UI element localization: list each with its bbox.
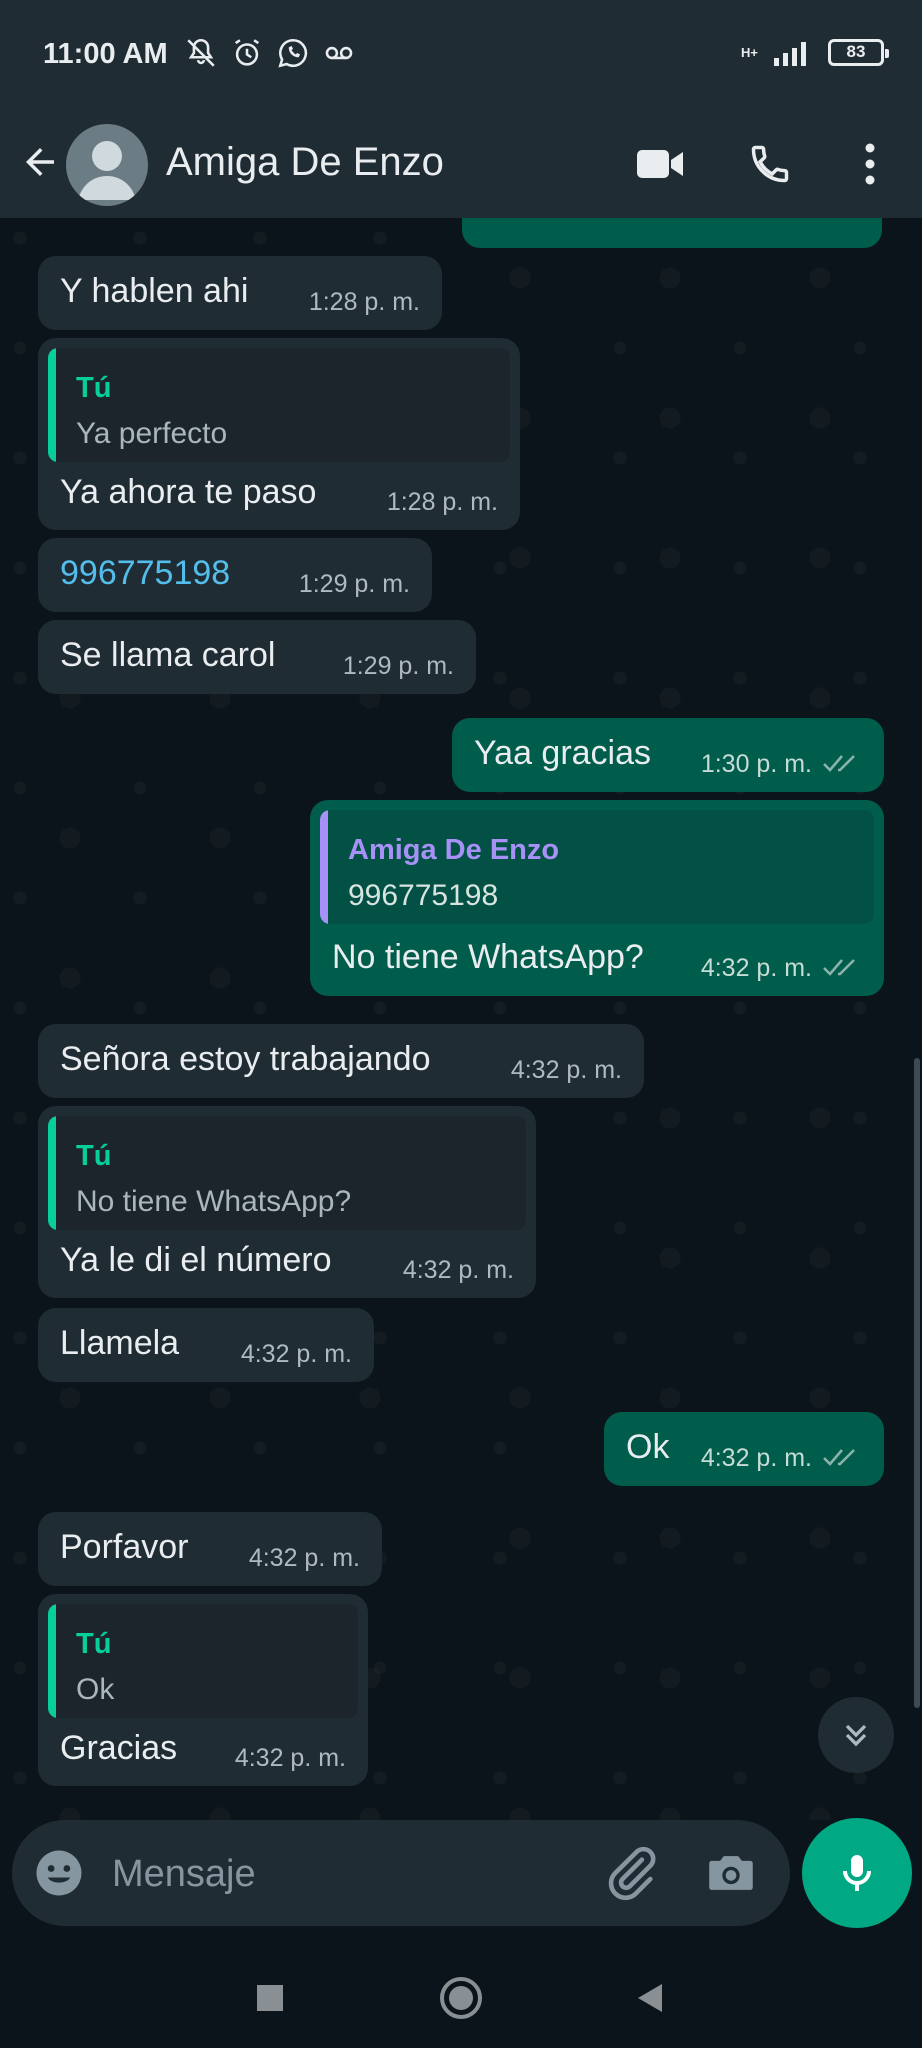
voice-message-button[interactable] [802, 1818, 912, 1928]
message-text: Se llama carol [60, 636, 276, 674]
message-text: Ok [626, 1428, 670, 1466]
attach-icon[interactable] [602, 1844, 660, 1902]
message-time: 4:32 p. m. [402, 1256, 514, 1284]
quote-text: Ok [76, 1673, 115, 1706]
message-time: 4:32 p. m. [700, 954, 812, 982]
status-time: 11:00 AM [43, 38, 168, 70]
signal-icon [774, 42, 806, 66]
alarm-icon [234, 39, 260, 66]
quoted-message[interactable]: Amiga De Enzo 996775198 [320, 810, 874, 924]
read-ticks-icon [823, 959, 855, 976]
video-call-button[interactable] [632, 136, 688, 192]
message-text: Ya le di el número [60, 1241, 332, 1279]
message-time: 4:32 p. m. [510, 1056, 622, 1084]
message-time: 4:32 p. m. [700, 1444, 812, 1472]
message-text: Señora estoy trabajando [60, 1040, 431, 1078]
system-back-button[interactable] [620, 1968, 680, 2028]
message-bubble[interactable]: Y hablen ahi 1:28 p. m. [38, 256, 442, 330]
voicemail-icon [325, 46, 353, 60]
message-text: No tiene WhatsApp? [332, 938, 644, 976]
message-time: 1:28 p. m. [308, 288, 420, 316]
quote-bar [48, 1604, 56, 1718]
message-bubble-outgoing[interactable]: Ok 4:32 p. m. [604, 1412, 884, 1486]
default-avatar-icon [78, 141, 136, 200]
quote-text: No tiene WhatsApp? [76, 1185, 352, 1218]
home-button[interactable] [431, 1968, 491, 2028]
more-options-button[interactable] [842, 136, 898, 192]
battery-level: 83 [846, 42, 866, 61]
scroll-to-bottom-button[interactable] [818, 1697, 894, 1773]
message-text: Y hablen ahi [60, 272, 249, 310]
quote-author: Tú [76, 1140, 112, 1172]
message-text: Ya ahora te paso [60, 473, 317, 511]
battery-icon: 83 [828, 38, 889, 66]
message-bubble-reply[interactable]: Tú Ok Gracias 4:32 p. m. [38, 1594, 368, 1786]
message-bubble-outgoing-reply[interactable]: Amiga De Enzo 996775198 No tiene WhatsAp… [310, 800, 884, 996]
quote-bar [48, 348, 56, 462]
recents-button[interactable] [240, 1968, 300, 2028]
triangle-back-icon [638, 1984, 662, 2012]
message-text: Yaa gracias [474, 734, 652, 772]
status-icons [184, 36, 356, 70]
more-options-icon [865, 143, 875, 185]
quote-bar [48, 1116, 56, 1230]
emoji-icon[interactable] [32, 1846, 86, 1900]
chat-area[interactable]: Y hablen ahi 1:28 p. m. Tú Ya perfecto Y… [0, 218, 922, 1820]
message-time: 4:32 p. m. [240, 1340, 352, 1368]
message-bubble[interactable]: Señora estoy trabajando 4:32 p. m. [38, 1024, 644, 1098]
message-bubble[interactable]: Porfavor 4:32 p. m. [38, 1512, 382, 1586]
circle-icon [440, 1977, 482, 2019]
status-right: H+ 83 [741, 38, 889, 66]
square-icon [257, 1985, 283, 2011]
message-text: Gracias [60, 1729, 178, 1767]
message-time: 4:32 p. m. [234, 1744, 346, 1772]
quote-text: 996775198 [348, 879, 499, 912]
quoted-message[interactable]: Tú No tiene WhatsApp? [48, 1116, 526, 1230]
quote-text: Ya perfecto [76, 417, 228, 450]
quote-author: Tú [76, 372, 112, 404]
camera-icon[interactable] [702, 1844, 760, 1902]
quote-author: Amiga De Enzo [348, 834, 560, 866]
read-ticks-icon [823, 755, 855, 772]
message-input[interactable] [112, 1844, 582, 1904]
voice-call-button[interactable] [742, 136, 798, 192]
message-time: 4:32 p. m. [248, 1544, 360, 1572]
message-bubble-partial[interactable] [462, 218, 882, 248]
message-bubble-outgoing[interactable]: Yaa gracias 1:30 p. m. [452, 718, 884, 792]
quoted-message[interactable]: Tú Ok [48, 1604, 358, 1718]
double-chevron-down-icon [845, 1724, 867, 1747]
read-ticks-icon [823, 1449, 855, 1466]
chat-header: Amiga De Enzo [0, 110, 922, 218]
phone-number-link[interactable]: 996775198 [60, 554, 230, 593]
message-bubble[interactable]: Se llama carol 1:29 p. m. [38, 620, 476, 694]
system-navigation-bar [0, 1940, 922, 2048]
status-bar: 11:00 AM H+ 83 [0, 0, 922, 110]
voice-call-icon [751, 145, 789, 183]
mic-icon [843, 1855, 871, 1891]
whatsapp-icon [278, 38, 308, 68]
message-bubble[interactable]: 996775198 1:29 p. m. [38, 538, 432, 612]
quoted-message[interactable]: Tú Ya perfecto [48, 348, 510, 462]
message-time: 1:28 p. m. [386, 488, 498, 516]
contact-name[interactable]: Amiga De Enzo [166, 130, 444, 194]
message-time: 1:29 p. m. [298, 570, 410, 598]
message-time: 1:29 p. m. [342, 652, 454, 680]
message-bubble-reply[interactable]: Tú Ya perfecto Ya ahora te paso 1:28 p. … [38, 338, 520, 530]
quote-bar [320, 810, 328, 924]
back-button[interactable] [16, 134, 64, 190]
avatar[interactable] [66, 124, 148, 206]
message-bubble-reply[interactable]: Tú No tiene WhatsApp? Ya le di el número… [38, 1106, 536, 1298]
network-type: H+ [741, 44, 758, 60]
video-call-icon [637, 150, 683, 178]
message-text: Porfavor [60, 1528, 189, 1566]
message-text: Llamela [60, 1324, 180, 1362]
scrollbar[interactable] [914, 1058, 920, 1708]
quote-author: Tú [76, 1628, 112, 1660]
back-arrow-icon [26, 148, 54, 176]
muted-notifications-icon [187, 38, 215, 67]
message-bubble[interactable]: Llamela 4:32 p. m. [38, 1308, 374, 1382]
message-composer [12, 1820, 790, 1926]
message-time: 1:30 p. m. [700, 750, 812, 778]
